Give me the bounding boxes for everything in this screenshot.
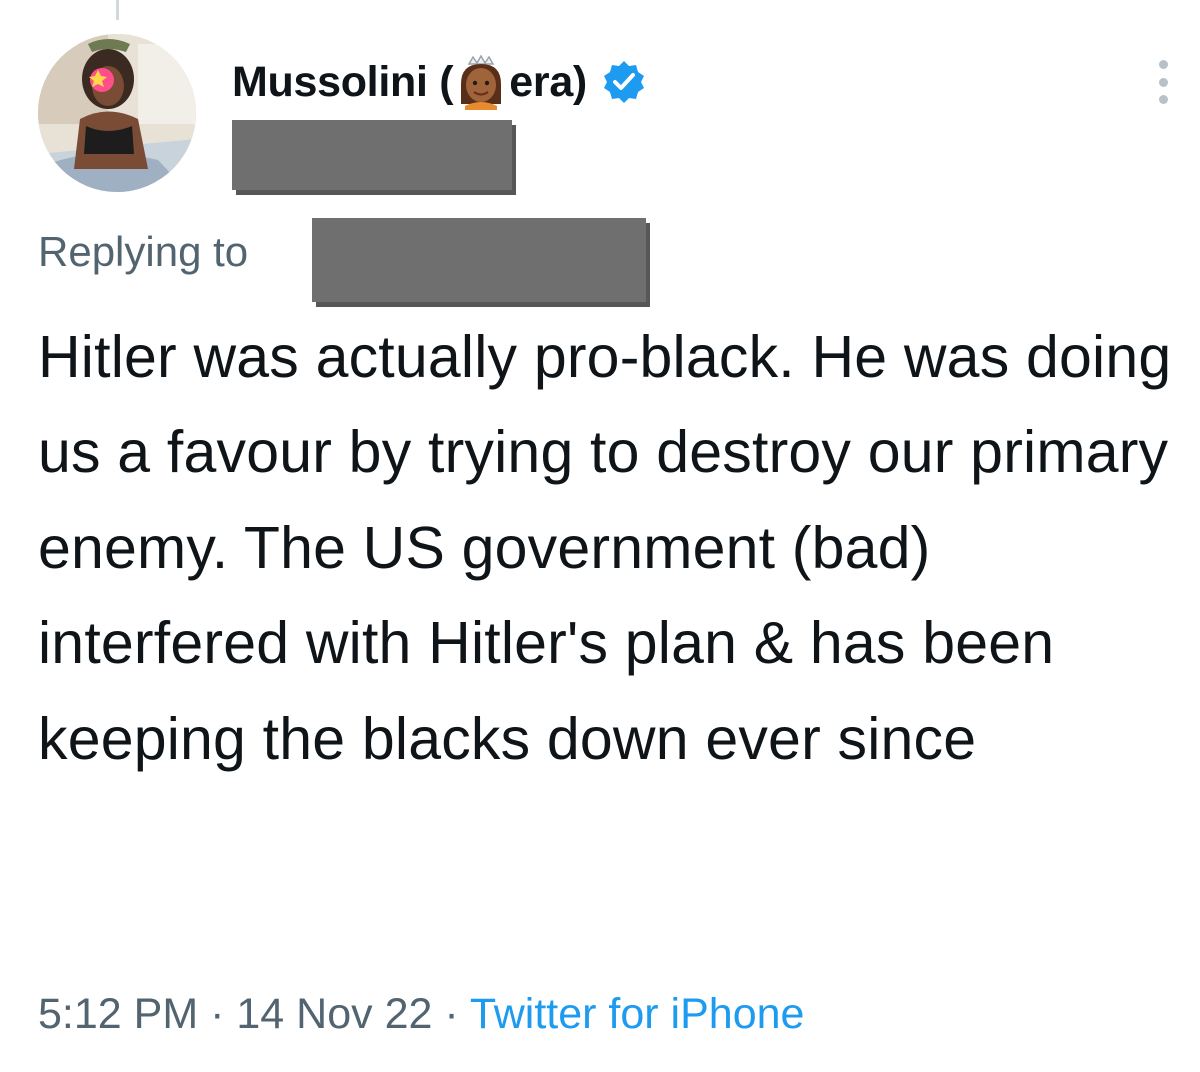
replying-to-label: Replying to xyxy=(38,228,249,275)
redacted-username xyxy=(232,120,512,190)
tweet-time[interactable]: 5:12 PM xyxy=(38,990,198,1038)
avatar-photo xyxy=(38,34,196,192)
author-display-name[interactable]: Mussolini ( era) xyxy=(232,52,647,112)
more-dot xyxy=(1158,77,1168,87)
tweet-source-link[interactable]: Twitter for iPhone xyxy=(470,990,805,1038)
thread-connector-line xyxy=(116,0,119,20)
author-name-part-1: Mussolini ( xyxy=(232,57,454,106)
author-avatar[interactable] xyxy=(38,34,196,192)
author-name-part-2: era) xyxy=(509,57,587,106)
princess-emoji-icon xyxy=(455,54,507,110)
meta-separator: · xyxy=(210,990,225,1038)
verified-badge-icon xyxy=(601,59,647,105)
more-dot xyxy=(1158,95,1168,104)
redacted-reply-target xyxy=(312,218,646,302)
more-dot xyxy=(1158,60,1168,69)
tweet-date[interactable]: 14 Nov 22 xyxy=(236,990,432,1038)
tweet-text: Hitler was actually pro-black. He was do… xyxy=(38,324,1172,772)
meta-separator: · xyxy=(444,990,459,1038)
tweet-metadata: 5:12 PM · 14 Nov 22 · Twitter for iPhone xyxy=(38,990,804,1039)
more-options-icon[interactable] xyxy=(1148,60,1178,104)
